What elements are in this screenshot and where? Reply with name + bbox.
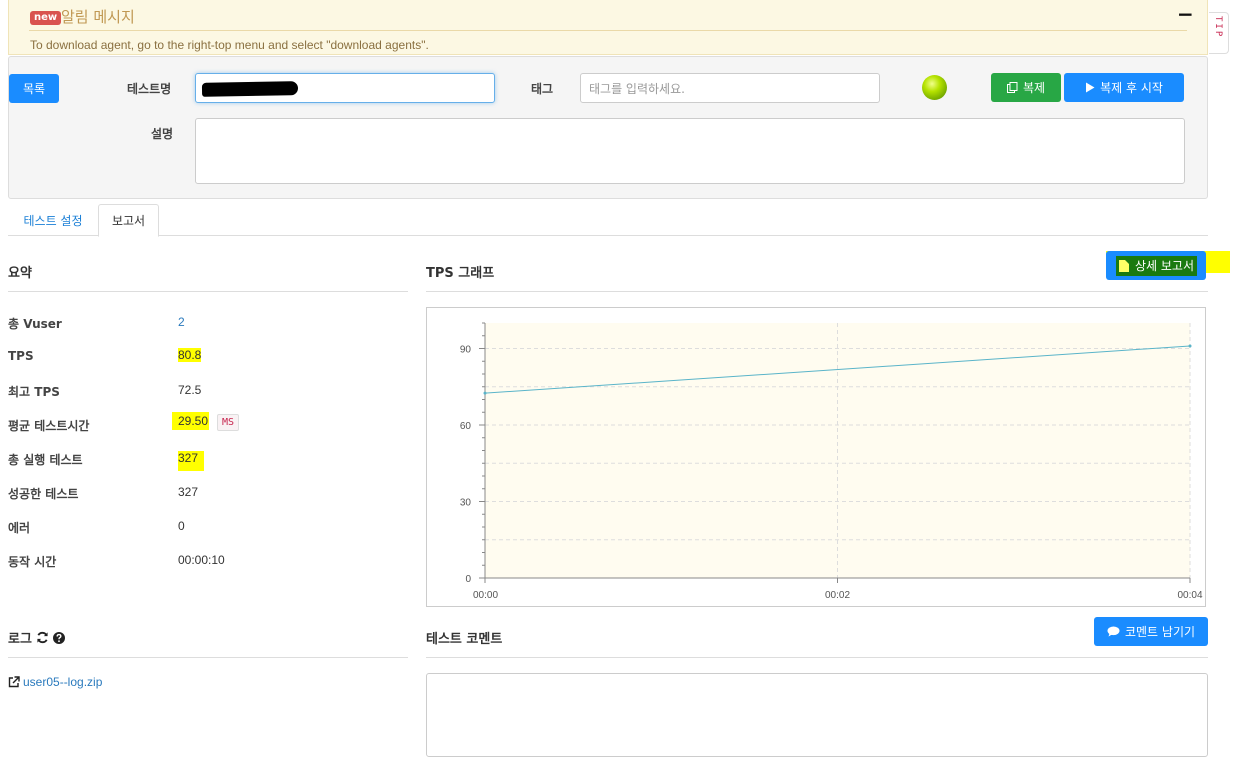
- test-name-input[interactable]: [195, 73, 495, 103]
- summary-value-vuser[interactable]: 2: [178, 315, 185, 329]
- refresh-icon[interactable]: [36, 631, 49, 644]
- summary-label-run-time: 동작 시간: [8, 555, 57, 569]
- help-icon[interactable]: [52, 631, 65, 644]
- test-header-panel: 목록 테스트명 태그 태그를 입력하세요. 복제 복제 후 시작 설명: [8, 56, 1208, 199]
- summary-value-avg-time: 29.50 MS: [172, 412, 240, 431]
- log-header: 로그: [8, 628, 65, 647]
- summary-label-vuser: 총 Vuser: [8, 317, 62, 331]
- y-tick-label: 30: [460, 498, 472, 509]
- log-title: 로그: [8, 632, 32, 647]
- play-icon: [1086, 82, 1095, 93]
- alert-banner: new 알림 메시지 − To download agent, go to th…: [8, 0, 1208, 55]
- summary-value-run-time: 00:00:10: [178, 553, 225, 567]
- tps-graph-divider: [426, 291, 1208, 292]
- tps-data-point: [1188, 344, 1192, 348]
- summary-divider: [8, 291, 408, 292]
- new-badge: new: [30, 11, 62, 25]
- log-divider: [8, 657, 408, 658]
- alert-title: 알림 메시지: [61, 8, 135, 26]
- test-name-label: 테스트명: [127, 82, 172, 96]
- summary-label-errors: 에러: [8, 521, 31, 535]
- x-tick-label: 00:04: [1177, 590, 1202, 601]
- tps-graph-title: TPS 그래프: [426, 266, 495, 281]
- ms-unit-badge: MS: [217, 414, 240, 431]
- summary-label-total-tests: 총 실행 테스트: [8, 453, 83, 467]
- summary-value-errors: 0: [178, 519, 185, 533]
- tag-input[interactable]: 태그를 입력하세요.: [580, 73, 880, 103]
- detail-report-button[interactable]: 상세 보고서: [1106, 251, 1206, 280]
- summary-value-peak-tps: 72.5: [178, 383, 202, 397]
- tps-chart-svg: 0 30 60 90 00:00 00:02 00:04: [460, 322, 1203, 601]
- comment-icon: [1107, 626, 1120, 637]
- copy-button[interactable]: 복제: [991, 73, 1061, 102]
- detail-report-button-inner: 상세 보고서: [1116, 255, 1198, 276]
- comment-textarea[interactable]: [426, 673, 1208, 757]
- summary-value-tps: 80.8: [178, 348, 202, 362]
- summary-label-tps: TPS: [8, 349, 34, 363]
- tab-bar: 테스트 설정 보고서: [8, 204, 1208, 237]
- tps-data-point: [483, 391, 487, 395]
- x-tick-label: 00:02: [825, 590, 850, 601]
- status-indicator-icon: [922, 75, 947, 100]
- tag-label: 태그: [531, 82, 554, 96]
- summary-value-success-tests: 327: [178, 485, 199, 499]
- x-tick-label: 00:00: [473, 590, 498, 601]
- summary-label-peak-tps: 최고 TPS: [8, 385, 60, 399]
- collapse-icon[interactable]: −: [1177, 2, 1194, 26]
- y-tick-label: 60: [460, 421, 472, 432]
- summary-label-avg-time: 평균 테스트시간: [8, 419, 90, 433]
- log-file-name[interactable]: user05--log.zip: [23, 675, 102, 689]
- summary-value-total-tests: 327: [178, 451, 205, 471]
- document-icon: [1119, 259, 1129, 272]
- summary-label-success-tests: 성공한 테스트: [8, 487, 79, 501]
- description-label: 설명: [151, 127, 174, 141]
- copy-and-start-button[interactable]: 복제 후 시작: [1064, 73, 1184, 102]
- tps-chart: 0 30 60 90 00:00 00:02 00:04: [426, 307, 1206, 607]
- tip-label: TIP: [1213, 16, 1223, 39]
- leave-comment-button[interactable]: 코멘트 남기기: [1094, 617, 1208, 646]
- tab-report[interactable]: 보고서: [98, 204, 159, 237]
- tab-test-settings[interactable]: 테스트 설정: [9, 204, 97, 236]
- summary-title: 요약: [8, 266, 32, 281]
- alert-divider: [29, 30, 1187, 31]
- tip-tab[interactable]: TIP: [1209, 12, 1229, 54]
- log-file-link[interactable]: user05--log.zip: [8, 675, 102, 689]
- comment-divider: [426, 657, 1208, 658]
- comment-title: 테스트 코멘트: [426, 632, 503, 647]
- tag-placeholder: 태그를 입력하세요.: [589, 81, 685, 96]
- y-tick-label: 0: [465, 574, 471, 585]
- alert-message: To download agent, go to the right-top m…: [30, 38, 429, 52]
- copy-icon: [1006, 82, 1018, 93]
- external-link-icon: [8, 676, 20, 688]
- y-tick-label: 90: [460, 345, 472, 356]
- description-textarea[interactable]: [195, 118, 1185, 184]
- redaction-mark: [201, 81, 299, 97]
- list-button[interactable]: 목록: [9, 74, 59, 103]
